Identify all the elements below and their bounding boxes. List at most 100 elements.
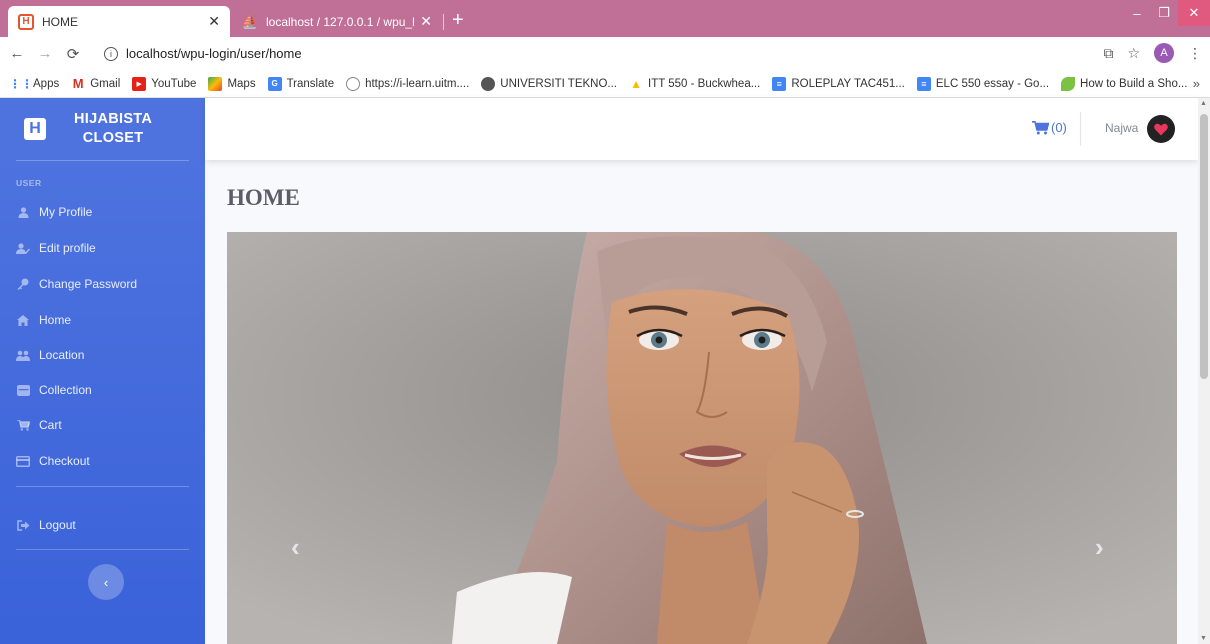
sidebar-item-label: Collection [39, 383, 92, 397]
browser-tabstrip: H HOME ✕ ⛵ localhost / 127.0.0.1 / wpu_l… [0, 0, 1210, 37]
sidebar-item-change-password[interactable]: Change Password [16, 274, 137, 294]
leaf-icon [1061, 76, 1076, 91]
sidebar-item-label: Cart [39, 418, 62, 432]
topbar: (0) Najwa [205, 98, 1198, 160]
bookmark-label: Maps [227, 77, 256, 90]
sidebar-heading: USER [16, 178, 42, 188]
bookmark-maps[interactable]: Maps [208, 76, 256, 91]
home-icon [16, 314, 30, 326]
topbar-cart-link[interactable]: (0) [1032, 120, 1067, 135]
sidebar-divider [16, 549, 189, 550]
browser-tab-phpmyadmin[interactable]: ⛵ localhost / 127.0.0.1 / wpu_login ✕ [232, 6, 442, 37]
bookmark-youtube[interactable]: ▶ YouTube [132, 76, 197, 91]
sidebar-item-label: Home [39, 313, 72, 327]
bookmark-universiti[interactable]: UNIVERSITI TEKNO... [481, 76, 618, 91]
sidebar-divider [16, 160, 189, 161]
browser-tab-home[interactable]: H HOME ✕ [8, 6, 230, 37]
sidebar-item-label: Logout [39, 518, 76, 532]
user-icon [16, 206, 30, 218]
sidebar-item-location[interactable]: Location [16, 345, 84, 365]
window-restore-button[interactable]: ❐ [1149, 0, 1179, 26]
youtube-icon: ▶ [132, 76, 147, 91]
tab-close-icon[interactable]: ✕ [208, 13, 220, 30]
site-info-icon[interactable]: i [104, 46, 118, 61]
bookmark-label: ELC 550 essay - Go... [935, 77, 1050, 90]
translate-page-icon[interactable]: ⧉ [1103, 45, 1113, 62]
carousel-next-button[interactable]: › [1095, 532, 1104, 563]
window-close-button[interactable]: ✕ [1178, 0, 1210, 26]
carousel-prev-button[interactable]: ‹ [291, 532, 300, 563]
bookmark-roleplay[interactable]: ≡ ROLEPLAY TAC451... [772, 76, 905, 91]
topbar-divider [1080, 112, 1081, 146]
bookmark-apps[interactable]: ⋮⋮ Apps [9, 76, 59, 91]
browser-menu-icon[interactable]: ⋮ [1188, 45, 1202, 62]
tab-title: localhost / 127.0.0.1 / wpu_login [266, 14, 415, 29]
apps-grid-icon: ⋮⋮ [9, 76, 33, 91]
bookmark-label: ITT 550 - Buckwhea... [648, 77, 761, 90]
bookmarks-bar: ⋮⋮ Apps M Gmail ▶ YouTube Maps G Translate h… [0, 70, 1210, 98]
bookmark-label: How to Build a Sho... [1080, 77, 1188, 90]
logout-icon [16, 519, 30, 531]
bookmark-label: YouTube [151, 77, 197, 90]
sidebar-item-label: Location [39, 348, 85, 362]
brand-name: HIJABISTA CLOSET [74, 110, 152, 148]
scroll-down-icon[interactable]: ▼ [1200, 635, 1207, 642]
new-tab-button[interactable]: + [452, 8, 464, 32]
bookmark-translate[interactable]: G Translate [267, 76, 334, 91]
globe-icon [481, 76, 496, 91]
credit-card-icon [16, 455, 30, 467]
reload-button[interactable]: ⟳ [62, 45, 84, 63]
sidebar-item-home[interactable]: Home [16, 310, 71, 330]
sidebar-item-my-profile[interactable]: My Profile [16, 202, 92, 222]
cart-count: (0) [1051, 120, 1067, 135]
sidebar: H HIJABISTA CLOSET USER My Profile Edit … [0, 98, 205, 644]
map-marker-icon [16, 349, 30, 361]
site-favicon-icon: H [18, 13, 34, 30]
user-avatar[interactable] [1147, 115, 1175, 143]
drive-icon: ▲ [630, 76, 642, 91]
sidebar-item-checkout[interactable]: Checkout [16, 451, 90, 471]
bookmarks-overflow-icon[interactable]: » [1193, 76, 1200, 91]
docs-icon: ≡ [772, 76, 787, 91]
sidebar-item-edit-profile[interactable]: Edit profile [16, 238, 96, 258]
back-button[interactable]: ← [6, 45, 28, 62]
sidebar-item-label: Edit profile [39, 241, 96, 255]
brand-logo-icon: H [24, 118, 46, 140]
heart-icon [1154, 123, 1168, 135]
sidebar-item-label: My Profile [39, 205, 93, 219]
hero-carousel[interactable]: ‹ › [227, 232, 1177, 644]
brand-line-1: HIJABISTA [74, 111, 153, 127]
scroll-thumb[interactable] [1200, 114, 1208, 379]
sidebar-divider [16, 486, 189, 487]
bookmark-ilearn[interactable]: https://i-learn.uitm.... [346, 76, 470, 91]
sidebar-brand[interactable]: H HIJABISTA CLOSET [0, 98, 205, 160]
sidebar-item-logout[interactable]: Logout [16, 515, 76, 535]
sidebar-toggle-button[interactable]: ‹ [88, 564, 124, 600]
sidebar-item-label: Change Password [39, 277, 138, 291]
maps-icon [208, 76, 223, 91]
bookmark-elc550[interactable]: ≡ ELC 550 essay - Go... [916, 76, 1050, 91]
url-text: localhost/wpu-login/user/home [126, 46, 302, 61]
bookmark-label: https://i-learn.uitm.... [365, 77, 470, 90]
gmail-icon: M [72, 76, 84, 91]
docs-icon: ≡ [916, 76, 931, 91]
window-minimize-button[interactable]: – [1122, 0, 1152, 26]
carousel-slide-image [227, 232, 1177, 644]
bookmark-itt550[interactable]: ▲ ITT 550 - Buckwhea... [629, 77, 760, 91]
tab-close-icon[interactable]: ✕ [420, 13, 432, 30]
forward-button[interactable]: → [34, 45, 56, 62]
address-bar[interactable]: i localhost/wpu-login/user/home [104, 41, 1094, 66]
cart-icon [16, 419, 30, 431]
bookmark-star-icon[interactable]: ☆ [1127, 45, 1140, 62]
profile-avatar[interactable]: A [1154, 43, 1174, 63]
scroll-up-icon[interactable]: ▲ [1200, 100, 1207, 107]
cart-icon [1032, 120, 1049, 134]
collection-icon [16, 384, 30, 396]
topbar-username[interactable]: Najwa [1105, 121, 1138, 135]
sidebar-item-cart[interactable]: Cart [16, 415, 62, 435]
page-scrollbar[interactable]: ▲ ▼ [1198, 98, 1210, 644]
bookmark-label: UNIVERSITI TEKNO... [500, 77, 618, 90]
bookmark-howto[interactable]: How to Build a Sho... [1061, 76, 1188, 91]
bookmark-gmail[interactable]: M Gmail [71, 76, 120, 91]
sidebar-item-collection[interactable]: Collection [16, 380, 92, 400]
